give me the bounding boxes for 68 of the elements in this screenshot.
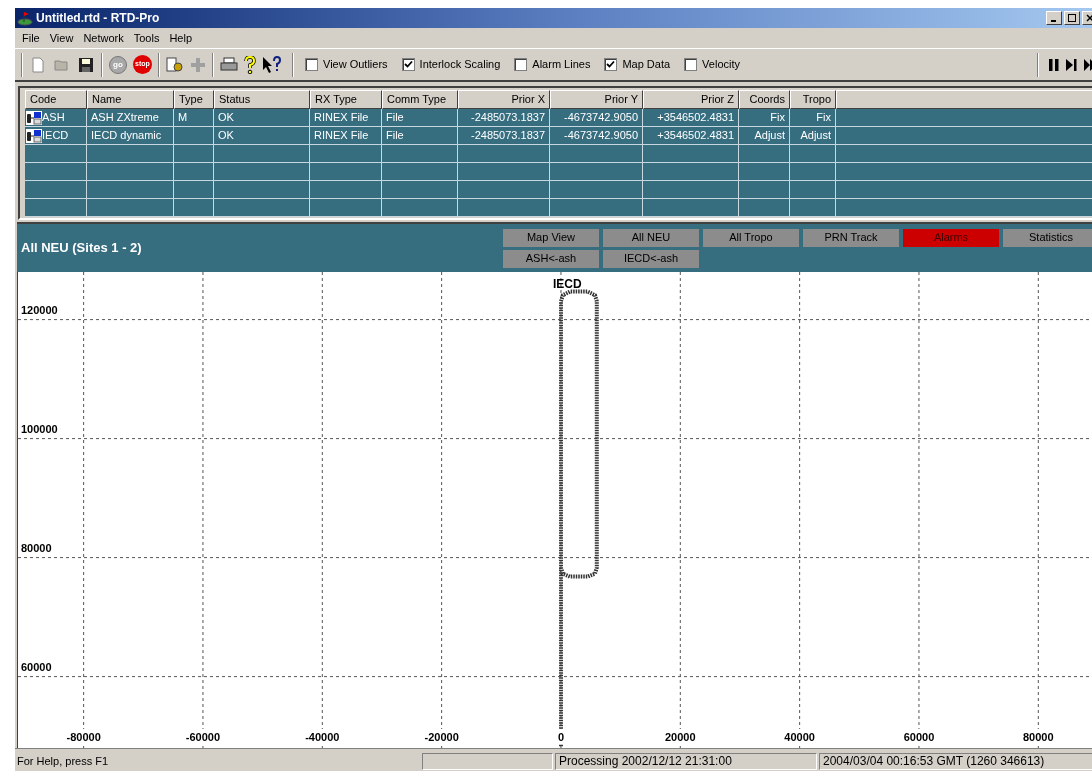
- x-tick-label: 60000: [903, 731, 935, 743]
- x-tick-label: 20000: [665, 731, 696, 743]
- table-cell-text: OK: [218, 128, 234, 144]
- panel-title: All NEU (Sites 1 - 2): [20, 239, 143, 258]
- table-cell-text: Fix: [770, 110, 785, 126]
- status-text: For Help, press F1: [16, 753, 110, 769]
- column-header[interactable]: Status: [214, 90, 310, 109]
- table-cell-text: Adjust: [800, 128, 831, 144]
- y-tick-label: 100000: [21, 422, 58, 435]
- table-cell-text: Fix: [816, 110, 831, 126]
- view-button[interactable]: ASH<-ash: [503, 249, 599, 268]
- option-label: Map Data: [622, 57, 671, 73]
- x-tick-label: -80000: [66, 731, 101, 743]
- x-tick-label: -60000: [185, 731, 221, 743]
- column-header[interactable]: Code: [25, 90, 87, 109]
- x-tick-label: -20000: [424, 731, 459, 743]
- status-panel: 2004/03/04 00:16:53 GMT (1260 346613): [819, 752, 1092, 770]
- table-cell-text: ASH: [42, 110, 65, 126]
- column-header[interactable]: Prior Z: [643, 90, 739, 109]
- y-tick-label: 80000: [21, 541, 52, 554]
- menu-item[interactable]: View: [44, 29, 79, 47]
- window-title: Untitled.rtd - RTD-Pro: [36, 10, 160, 27]
- view-button[interactable]: All NEU: [603, 228, 699, 247]
- menu-item[interactable]: Network: [78, 29, 129, 47]
- table-cell-text: +3546502.4831: [657, 128, 734, 144]
- table-cell-text: RINEX File: [314, 110, 369, 126]
- column-header[interactable]: Tropo: [790, 90, 836, 109]
- menu-item[interactable]: File: [17, 29, 45, 47]
- x-tick-label: 0: [557, 731, 565, 743]
- table-cell-text: File: [386, 110, 404, 126]
- table-cell-text: RINEX File: [314, 128, 369, 144]
- view-button[interactable]: Map View: [503, 228, 599, 247]
- column-header[interactable]: Type: [174, 90, 214, 109]
- view-button[interactable]: PRN Track: [803, 228, 899, 247]
- y-tick-label: 60000: [21, 660, 52, 673]
- x-tick-label: 40000: [784, 731, 815, 743]
- table-cell-text: -2485073.1837: [471, 128, 545, 144]
- view-button[interactable]: All Tropo: [703, 228, 799, 247]
- menu-item[interactable]: Tools: [128, 29, 165, 47]
- table-cell-text: -4673742.9050: [564, 128, 638, 144]
- view-button[interactable]: IECD<-ash: [603, 249, 699, 268]
- option-label: Velocity: [702, 57, 741, 73]
- menu-item[interactable]: Help: [164, 29, 198, 47]
- table-cell-text: OK: [218, 110, 234, 126]
- table-cell-text: Adjust: [754, 128, 785, 144]
- column-header[interactable]: Prior X: [458, 90, 550, 109]
- option-label: Interlock Scaling: [419, 57, 501, 73]
- table-cell-text: File: [386, 128, 404, 144]
- column-header[interactable]: Name: [87, 90, 174, 109]
- x-tick-label: -40000: [305, 731, 340, 743]
- view-button[interactable]: Statistics: [1003, 228, 1092, 247]
- y-tick-label: 120000: [21, 303, 58, 316]
- table-cell-text: +3546502.4831: [657, 110, 734, 126]
- table-cell-text: M: [178, 110, 188, 126]
- column-header[interactable]: Coords: [739, 90, 790, 109]
- series-label: IECD: [552, 276, 582, 291]
- option-label: View Outliers: [323, 57, 388, 73]
- option-label: Alarm Lines: [532, 57, 591, 73]
- table-cell-text: -4673742.9050: [564, 110, 638, 126]
- table-cell-text: -2485073.1837: [471, 110, 545, 126]
- column-header[interactable]: RX Type: [310, 90, 382, 109]
- table-cell-text: ASH ZXtreme: [91, 110, 159, 126]
- table-cell-text: IECD: [42, 128, 69, 144]
- status-panel: Processing 2002/12/12 21:31:00: [555, 752, 817, 770]
- column-header[interactable]: Prior Y: [550, 90, 643, 109]
- x-tick-label: 80000: [1023, 731, 1054, 743]
- table-cell-text: IECD dynamic: [91, 128, 162, 144]
- column-header[interactable]: Comm Type: [382, 90, 458, 109]
